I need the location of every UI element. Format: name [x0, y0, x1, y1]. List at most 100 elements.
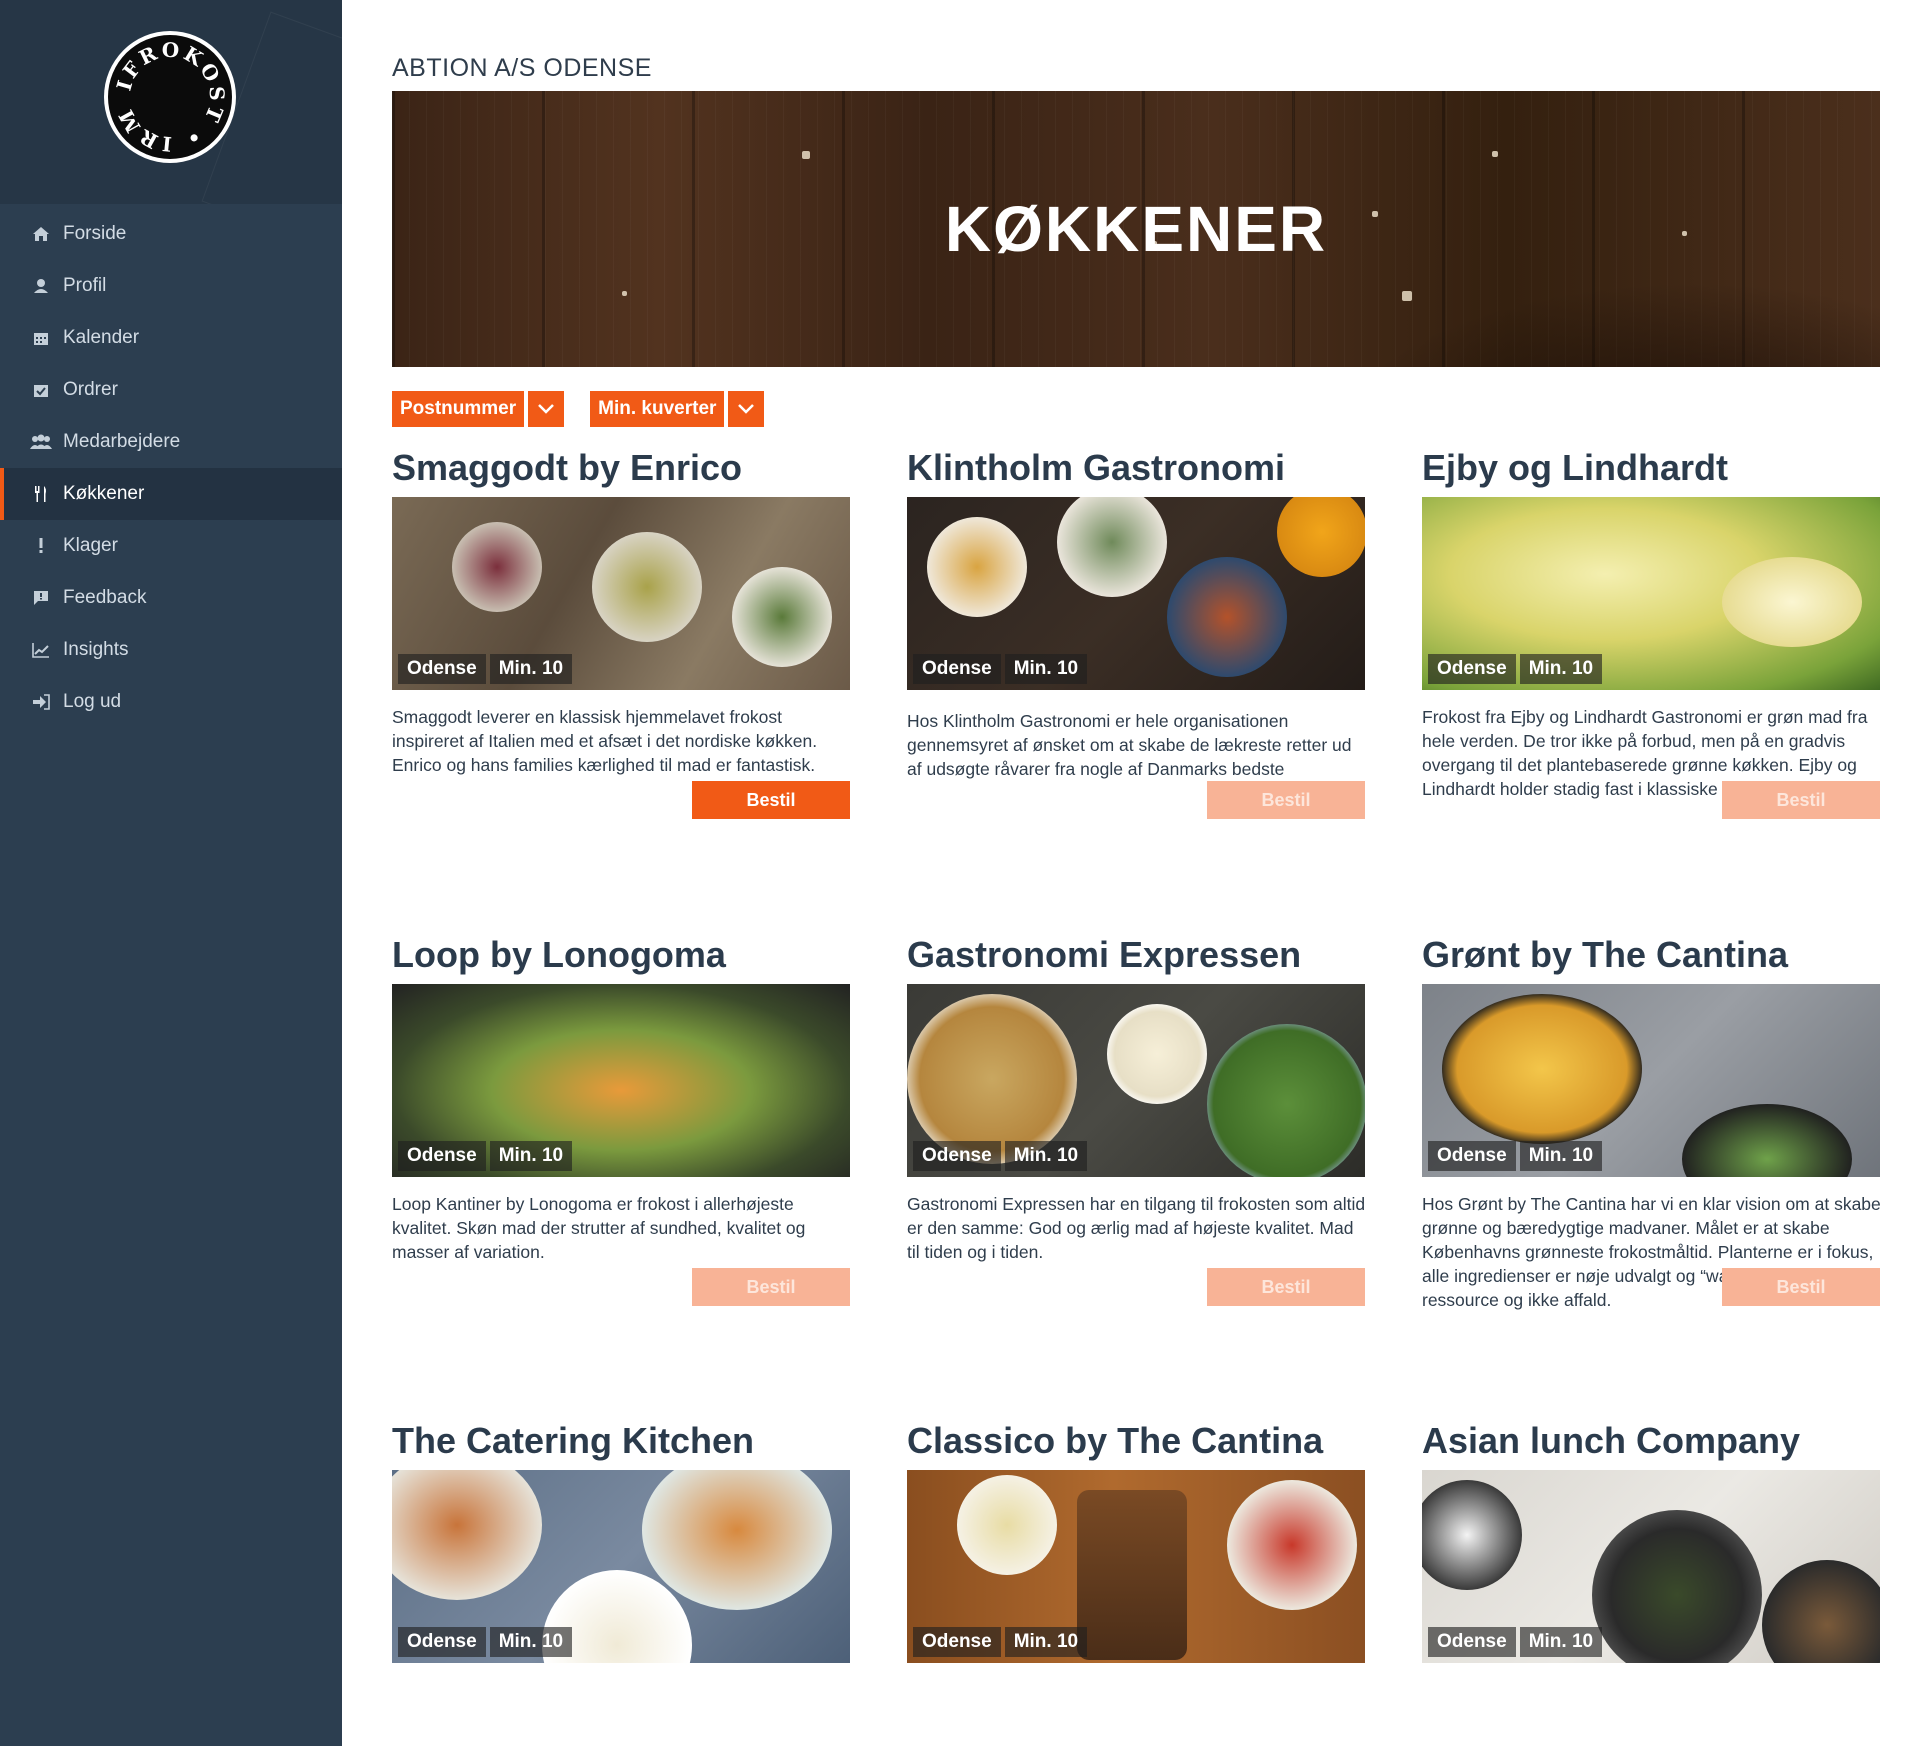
filter-postnummer: Postnummer — [392, 391, 565, 427]
kitchen-name[interactable]: Smaggodt by Enrico — [392, 447, 850, 489]
dish-photo — [957, 1475, 1057, 1575]
dish-photo — [1277, 497, 1365, 577]
dish-photo — [1722, 557, 1862, 647]
nav-item-ordrer[interactable]: Ordrer — [0, 364, 342, 416]
kitchen-badges: Odense Min. 10 — [398, 1627, 576, 1657]
exclamation-icon — [30, 535, 52, 557]
kitchen-description: Hos Klintholm Gastronomi er hele organis… — [907, 711, 1352, 779]
kitchen-image[interactable]: Odense Min. 10 — [392, 984, 850, 1177]
kitchen-image[interactable]: Odense Min. 10 — [1422, 1470, 1880, 1663]
city-badge: Odense — [1428, 1627, 1516, 1657]
nav-label: Kalender — [63, 327, 140, 348]
dish-photo — [642, 1470, 832, 1610]
dish-photo — [392, 1470, 542, 1600]
min-covers-badge: Min. 10 — [1519, 1141, 1603, 1171]
dish-photo — [1207, 1024, 1365, 1177]
nav-label: Klager — [63, 535, 118, 556]
postnummer-dropdown-toggle[interactable] — [528, 391, 565, 427]
dish-photo — [1762, 1560, 1880, 1663]
order-button[interactable]: Bestil — [1722, 1268, 1880, 1306]
order-button[interactable]: Bestil — [692, 781, 850, 819]
kitchen-badges: Odense Min. 10 — [398, 1141, 576, 1171]
kitchen-image[interactable]: Odense Min. 10 — [1422, 984, 1880, 1177]
nav-item-profil[interactable]: Profil — [0, 260, 342, 312]
city-badge: Odense — [1428, 1141, 1516, 1171]
order-button[interactable]: Bestil — [692, 1268, 850, 1306]
postnummer-filter-button[interactable]: Postnummer — [392, 391, 525, 427]
kitchen-description: Gastronomi Expressen har en tilgang til … — [907, 1194, 1366, 1262]
city-badge: Odense — [398, 1141, 486, 1171]
nav-item-insights[interactable]: Insights — [0, 624, 342, 676]
kitchen-description: Loop Kantiner by Lonogoma er frokost i a… — [392, 1194, 806, 1262]
home-icon — [30, 223, 52, 245]
kitchen-name[interactable]: Classico by The Cantina — [907, 1420, 1365, 1462]
nav-label: Medarbejdere — [63, 431, 181, 452]
min-covers-badge: Min. 10 — [1004, 1627, 1088, 1657]
kitchen-name[interactable]: Ejby og Lindhardt — [1422, 447, 1880, 489]
nav-item-kokkener[interactable]: Køkkener — [0, 468, 342, 520]
kitchen-badges: Odense Min. 10 — [1428, 1141, 1606, 1171]
kitchen-badges: Odense Min. 10 — [913, 654, 1091, 684]
main-nav: Forside Profil Kalender Ordrer Medarbejd… — [0, 208, 342, 728]
hero-title: KØKKENER — [944, 193, 1328, 265]
sidebar-header: IFROKOST • IRMAET • — [0, 0, 342, 204]
kitchen-image[interactable]: Odense Min. 10 — [907, 1470, 1365, 1663]
nav-label: Insights — [63, 639, 129, 660]
nav-item-feedback[interactable]: Feedback — [0, 572, 342, 624]
kitchen-card: Grønt by The Cantina Odense Min. 10 Hos … — [1422, 934, 1881, 1310]
nav-item-medarbejdere[interactable]: Medarbejdere — [0, 416, 342, 468]
kitchen-name[interactable]: The Catering Kitchen — [392, 1420, 850, 1462]
kitchen-name[interactable]: Asian lunch Company — [1422, 1420, 1880, 1462]
kitchen-name[interactable]: Gastronomi Expressen — [907, 934, 1365, 976]
city-badge: Odense — [913, 1141, 1001, 1171]
dish-photo — [927, 517, 1027, 617]
dish-photo — [1077, 1490, 1187, 1660]
hero-banner: KØKKENER — [392, 91, 1880, 367]
users-icon — [30, 431, 52, 453]
nav-label: Ordrer — [63, 379, 118, 400]
kitchen-image[interactable]: Odense Min. 10 — [392, 497, 850, 690]
kitchen-card: Klintholm Gastronomi Odense Min. 10 Hos … — [907, 447, 1365, 819]
nav-item-klager[interactable]: Klager — [0, 520, 342, 572]
order-button[interactable]: Bestil — [1722, 781, 1880, 819]
nav-item-kalender[interactable]: Kalender — [0, 312, 342, 364]
city-badge: Odense — [913, 654, 1001, 684]
dish-photo — [592, 532, 702, 642]
city-badge: Odense — [913, 1627, 1001, 1657]
kitchen-card: Loop by Lonogoma Odense Min. 10 Loop Kan… — [392, 934, 850, 1306]
min-kuverter-dropdown-toggle[interactable] — [728, 391, 765, 427]
comment-icon — [30, 587, 52, 609]
sign-out-icon — [30, 691, 52, 713]
filter-bar: Postnummer Min. kuverter — [392, 391, 790, 427]
sidebar: IFROKOST • IRMAET • Forside Profil Kalen… — [0, 0, 342, 1746]
logo-seal: IFROKOST • IRMAET • — [108, 35, 232, 159]
min-covers-badge: Min. 10 — [1519, 654, 1603, 684]
kitchen-image[interactable]: Odense Min. 10 — [1422, 497, 1880, 690]
kitchen-name[interactable]: Grønt by The Cantina — [1422, 934, 1880, 976]
order-button[interactable]: Bestil — [1207, 781, 1365, 819]
kitchen-image[interactable]: Odense Min. 10 — [907, 497, 1365, 690]
kitchen-badges: Odense Min. 10 — [913, 1627, 1091, 1657]
chevron-down-icon — [738, 404, 755, 414]
dish-photo — [1107, 1004, 1207, 1104]
min-covers-badge: Min. 10 — [489, 1141, 573, 1171]
kitchen-image[interactable]: Odense Min. 10 — [392, 1470, 850, 1663]
kitchen-badges: Odense Min. 10 — [913, 1141, 1091, 1171]
kitchen-image[interactable]: Odense Min. 10 — [907, 984, 1365, 1177]
firmaet-frokost-logo[interactable]: IFROKOST • IRMAET • — [104, 31, 236, 163]
nav-item-forside[interactable]: Forside — [0, 208, 342, 260]
calendar-icon — [30, 327, 52, 349]
dish-photo — [1057, 497, 1167, 597]
dish-photo — [1227, 1480, 1357, 1610]
city-badge: Odense — [1428, 654, 1516, 684]
kitchen-badges: Odense Min. 10 — [1428, 654, 1606, 684]
kitchen-name[interactable]: Klintholm Gastronomi — [907, 447, 1365, 489]
city-badge: Odense — [398, 654, 486, 684]
kitchen-card: Ejby og Lindhardt Odense Min. 10 Frokost… — [1422, 447, 1880, 819]
min-kuverter-filter-button[interactable]: Min. kuverter — [590, 391, 725, 427]
dish-photo — [452, 522, 542, 612]
kitchen-name[interactable]: Loop by Lonogoma — [392, 934, 850, 976]
kitchen-card: Classico by The Cantina Odense Min. 10 — [907, 1420, 1365, 1663]
order-button[interactable]: Bestil — [1207, 1268, 1365, 1306]
nav-item-log-ud[interactable]: Log ud — [0, 676, 342, 728]
